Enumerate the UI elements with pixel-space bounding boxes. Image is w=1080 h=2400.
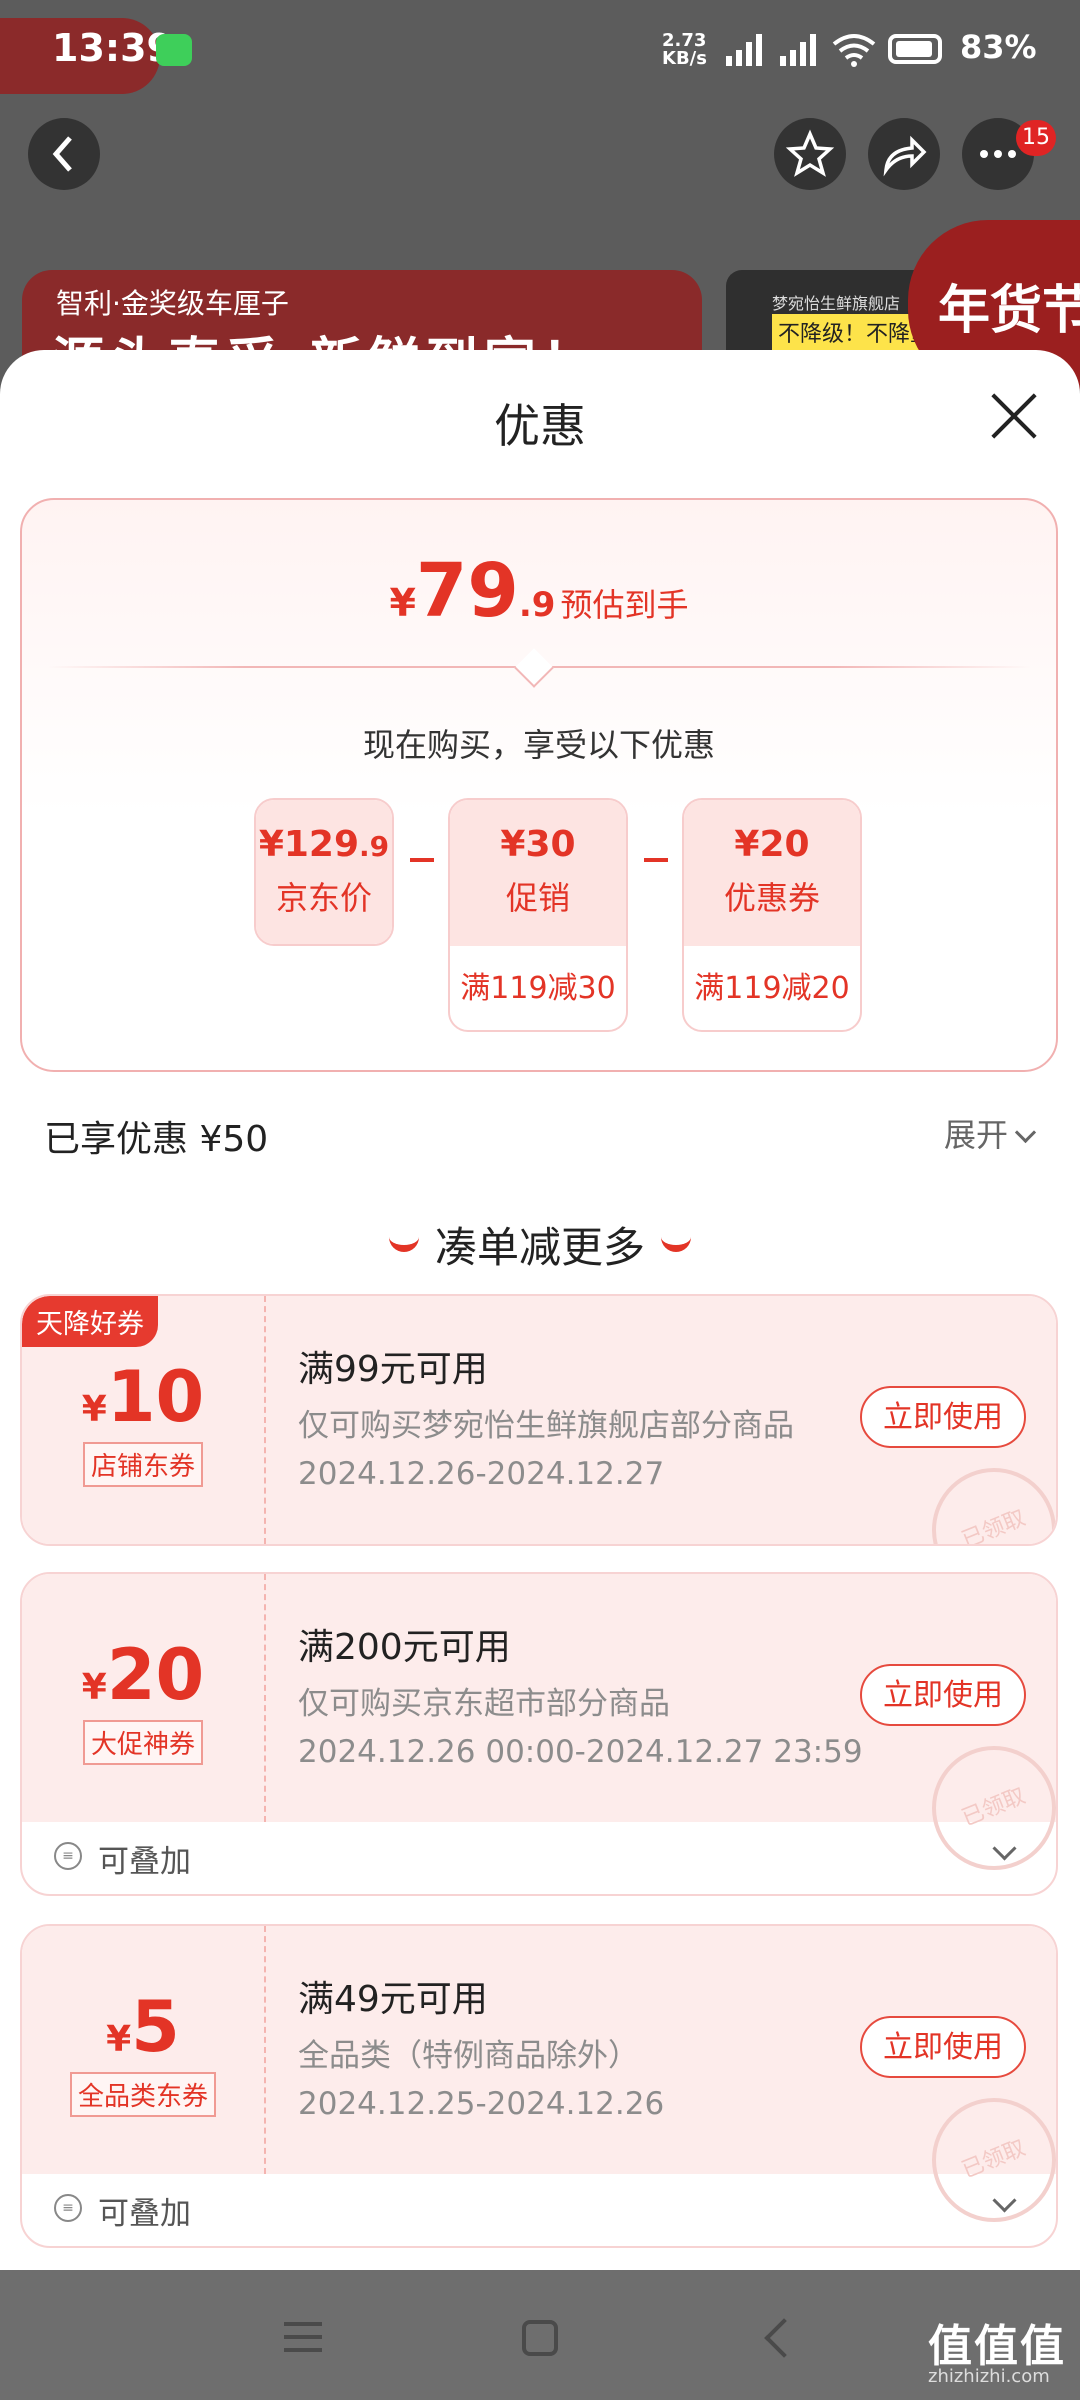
wechat-icon <box>156 34 192 66</box>
price-summary-card: ¥79.9 预估到手 现在购买，享受以下优惠 ¥129.9 京东价 ¥30 促销… <box>20 498 1058 1072</box>
coupon-currency: ¥ <box>106 2019 132 2060</box>
back-button[interactable] <box>28 118 100 190</box>
promotion-amount: ¥30 <box>500 824 576 865</box>
chevron-down-icon[interactable] <box>992 1836 1017 1861</box>
coupon-scope: 仅可购买京东超市部分商品 <box>298 1686 670 1722</box>
coupon-validity: 2024.12.26 00:00-2024.12.27 23:59 <box>298 1734 863 1770</box>
estimated-price: ¥79.9 预估到手 <box>22 548 1056 634</box>
stack-icon: ≡ <box>54 2194 82 2222</box>
coupon-threshold: 满49元可用 <box>298 1979 488 2020</box>
banner-subtitle: 智利·金奖级车厘子 <box>56 287 289 320</box>
nav-back-icon[interactable] <box>764 2318 804 2358</box>
jd-price-int: ¥129 <box>258 824 360 865</box>
coupon-threshold: 满99元可用 <box>298 1349 488 1390</box>
coupon-value: ¥5 <box>22 1986 264 2068</box>
festival-label: 年货节 <box>938 280 1080 341</box>
expand-label: 展开 <box>944 1116 1009 1154</box>
price-currency: ¥ <box>389 581 416 625</box>
price-integer: 79 <box>415 548 519 634</box>
coupon-card: ¥20 大促神券 满200元可用 仅可购买京东超市部分商品 2024.12.26… <box>20 1572 1058 1896</box>
share-icon <box>883 135 927 177</box>
stackable-row[interactable]: ≡ 可叠加 <box>22 1822 1056 1894</box>
section-title: 凑单减更多 <box>0 1214 1080 1275</box>
home-icon[interactable] <box>522 2320 558 2356</box>
stackable-label: 可叠加 <box>98 2196 191 2232</box>
menu-icon[interactable] <box>284 2322 322 2352</box>
enjoyed-discount: 已享优惠 ¥50 <box>44 1119 269 1160</box>
jd-price-amount: ¥129.9 <box>256 800 392 865</box>
coupon-label: 优惠券 <box>723 879 820 917</box>
status-bar: 13:39 2.73 KB/s 83% <box>0 0 1080 100</box>
coupon-type-tag: 店铺东券 <box>82 1442 203 1487</box>
buy-now-text: 现在购买，享受以下优惠 <box>362 726 715 764</box>
jd-price-dec: .9 <box>359 830 390 863</box>
jd-price-label: 京东价 <box>275 879 372 917</box>
signal-icon <box>780 34 816 66</box>
back-icon <box>52 136 72 172</box>
status-time: 13:39 <box>52 26 173 70</box>
coupon-value: ¥10 <box>22 1356 264 1438</box>
net-speed: 2.73 KB/s <box>662 30 707 69</box>
use-now-button[interactable]: 立即使用 <box>860 1664 1026 1726</box>
smile-icon <box>661 1229 691 1252</box>
battery-icon <box>888 34 942 64</box>
claimed-stamp: 已领取 <box>913 1449 1056 1544</box>
promotion-rule: 满119减30 <box>460 971 616 1006</box>
share-button[interactable] <box>868 118 940 190</box>
wifi-icon <box>832 34 876 67</box>
jd-price-box: ¥129.9 京东价 <box>254 798 394 946</box>
expand-button[interactable]: 展开 <box>944 1110 1037 1156</box>
stack-icon: ≡ <box>54 1842 82 1870</box>
promotion-box: ¥30 促销 满119减30 <box>448 798 628 1032</box>
coupon-ribbon: 天降好券 <box>22 1296 158 1347</box>
coupon-type-tag: 大促神券 <box>82 1720 203 1765</box>
close-icon[interactable] <box>988 390 1040 442</box>
store-banner-name: 梦宛怡生鲜旗舰店 <box>772 294 901 313</box>
signal-icon <box>726 34 762 66</box>
coupon-amount: ¥20 <box>734 824 810 865</box>
discount-sheet: 优惠 ¥79.9 预估到手 现在购买，享受以下优惠 ¥129.9 京东价 ¥30… <box>0 350 1080 2270</box>
use-now-button[interactable]: 立即使用 <box>860 2016 1026 2078</box>
coupon-card: ¥10 店铺东券 满99元可用 仅可购买梦宛怡生鲜旗舰店部分商品 2024.12… <box>20 1294 1058 1546</box>
battery-level: 83% <box>960 28 1037 66</box>
more-title: 凑单减更多 <box>434 1223 645 1272</box>
minus-sign <box>644 858 668 862</box>
coupon-validity: 2024.12.25-2024.12.26 <box>298 2086 665 2122</box>
coupon-amount: 5 <box>131 1986 180 2068</box>
coupon-amount: 10 <box>106 1356 205 1438</box>
divider-caret <box>514 648 554 688</box>
promotion-label: 促销 <box>505 879 570 917</box>
coupon-rule: 满119减20 <box>694 971 850 1006</box>
use-now-button[interactable]: 立即使用 <box>860 1386 1026 1448</box>
coupon-box: ¥20 优惠券 满119减20 <box>682 798 862 1032</box>
sheet-title: 优惠 <box>494 399 586 453</box>
smile-icon <box>388 1229 419 1252</box>
star-icon <box>785 129 835 177</box>
notification-badge: 15 <box>1016 120 1056 156</box>
stackable-row[interactable]: ≡ 可叠加 <box>22 2174 1056 2246</box>
coupon-card: ¥5 全品类东券 满49元可用 全品类（特例商品除外） 2024.12.25-2… <box>20 1924 1058 2248</box>
chevron-down-icon[interactable] <box>992 2188 1017 2213</box>
coupon-validity: 2024.12.26-2024.12.27 <box>298 1456 665 1492</box>
price-label: 预估到手 <box>560 586 689 624</box>
favorite-button[interactable] <box>774 118 846 190</box>
minus-sign <box>410 858 434 862</box>
coupon-value: ¥20 <box>22 1634 264 1716</box>
price-decimal: .9 <box>518 585 556 625</box>
chevron-down-icon <box>1014 1121 1037 1144</box>
stackable-label: 可叠加 <box>98 1844 191 1880</box>
coupon-scope: 全品类（特例商品除外） <box>298 2038 639 2074</box>
coupon-currency: ¥ <box>81 1667 107 1708</box>
watermark-url: zhizhizhi.com <box>928 2366 1050 2387</box>
coupon-type-tag: 全品类东券 <box>69 2072 216 2117</box>
coupon-scope: 仅可购买梦宛怡生鲜旗舰店部分商品 <box>298 1408 794 1444</box>
system-nav-bar <box>0 2276 1080 2400</box>
coupon-currency: ¥ <box>81 1389 107 1430</box>
watermark-brand: 值值值 <box>928 2321 1066 2372</box>
coupon-amount: 20 <box>106 1634 205 1716</box>
coupon-threshold: 满200元可用 <box>298 1627 511 1668</box>
